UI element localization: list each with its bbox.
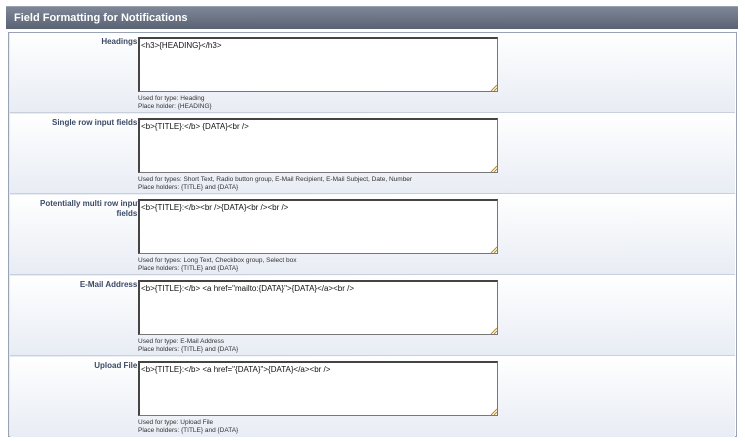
- multi-row-label: Potentially multi row input fields:: [40, 199, 140, 218]
- resize-grip-icon[interactable]: [490, 84, 498, 92]
- row-upload-file: Upload File: <b>{TITLE}:</b> <a href="{D…: [10, 357, 735, 437]
- row-email-address: E-Mail Address: <b>{TITLE}:</b> <a href=…: [10, 276, 735, 356]
- email-address-label: E-Mail Address:: [79, 280, 140, 289]
- upload-file-label: Upload File:: [94, 361, 140, 370]
- row-headings: Headings: <h3>{HEADING}</h3> Used for ty…: [10, 33, 735, 113]
- single-row-textarea[interactable]: <b>{TITLE}:</b> {DATA}<br />: [138, 118, 498, 173]
- multi-row-placeholder: Place holders: {TITLE} and {DATA}: [138, 265, 239, 272]
- headings-placeholder: Place holder: {HEADING}: [138, 103, 212, 110]
- resize-grip-icon[interactable]: [490, 165, 498, 173]
- email-address-placeholder: Place holders: {TITLE} and {DATA}: [138, 346, 239, 353]
- resize-grip-icon[interactable]: [490, 408, 498, 416]
- multi-row-textarea[interactable]: <b>{TITLE}:</b><br />{DATA}<br /><br />: [138, 199, 498, 254]
- upload-file-textarea[interactable]: <b>{TITLE}:</b> <a href="{DATA}">{DATA}<…: [138, 361, 498, 416]
- upload-file-placeholder: Place holders: {TITLE} and {DATA}: [138, 427, 239, 434]
- email-address-textarea[interactable]: <b>{TITLE}:</b> <a href="mailto:{DATA}">…: [138, 280, 498, 335]
- panel-header: Field Formatting for Notifications: [6, 6, 738, 29]
- panel-title: Field Formatting for Notifications: [14, 12, 188, 24]
- resize-grip-icon[interactable]: [490, 327, 498, 335]
- headings-textarea[interactable]: <h3>{HEADING}</h3>: [138, 37, 498, 92]
- row-single-row-input: Single row input fields: <b>{TITLE}:</b>…: [10, 114, 735, 194]
- row-multi-row-input: Potentially multi row input fields: <b>{…: [10, 195, 735, 275]
- headings-label: Headings:: [101, 37, 140, 46]
- single-row-placeholder: Place holders: {TITLE} and {DATA}: [138, 184, 239, 191]
- field-formatting-form: Headings: <h3>{HEADING}</h3> Used for ty…: [8, 32, 737, 437]
- single-row-label: Single row input fields:: [52, 118, 140, 127]
- resize-grip-icon[interactable]: [490, 246, 498, 254]
